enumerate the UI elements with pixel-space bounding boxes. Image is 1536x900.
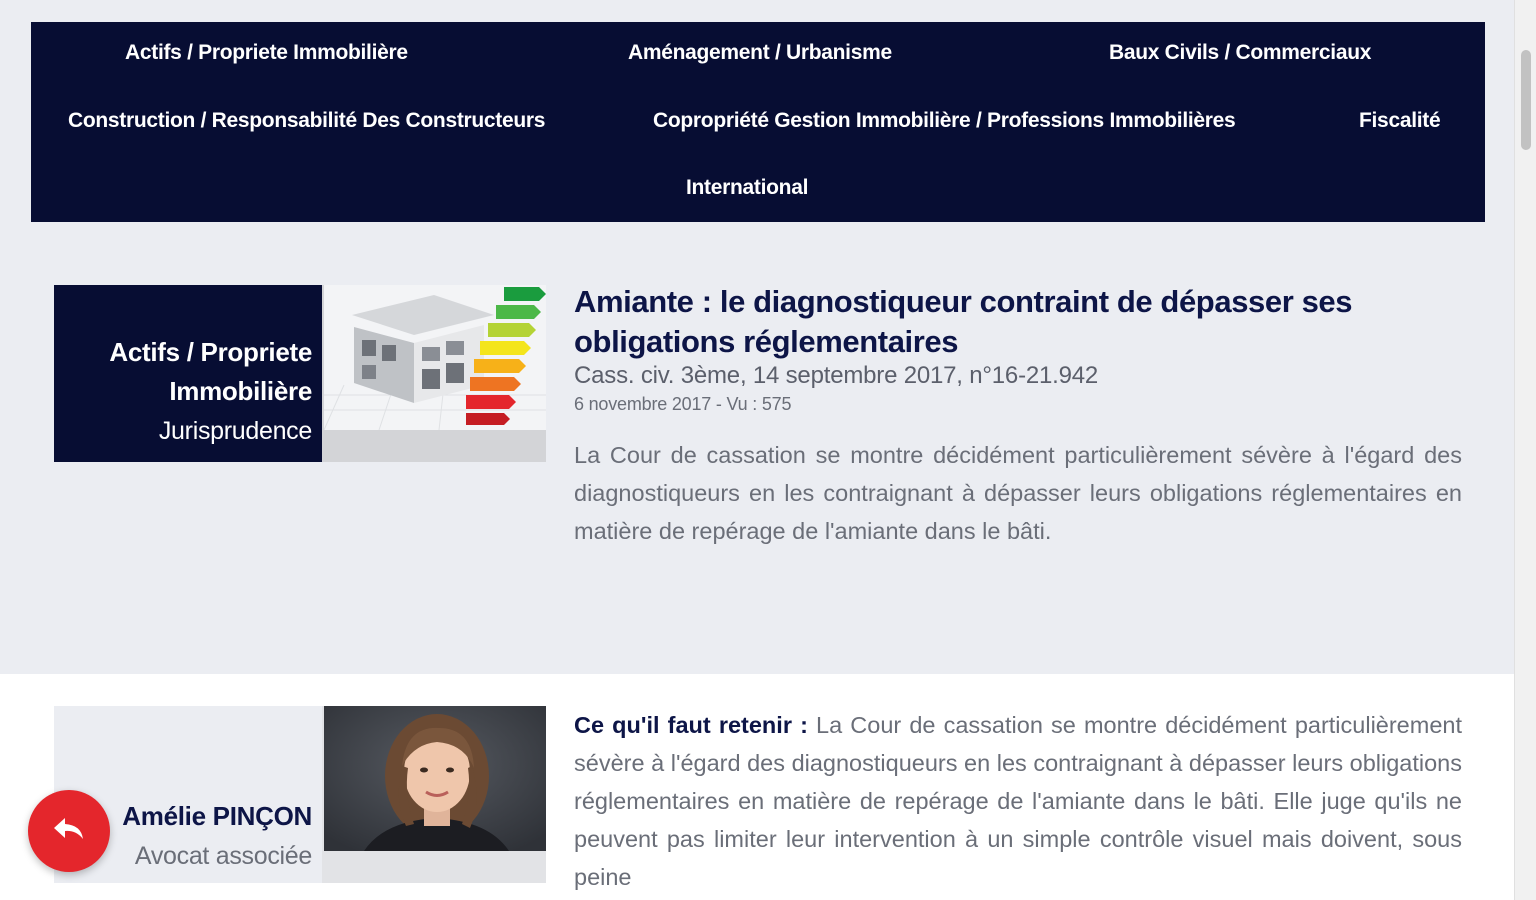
category-name-line2: Immobilière bbox=[169, 376, 312, 406]
category-card[interactable]: Actifs / Propriete Immobilière Jurisprud… bbox=[54, 285, 546, 462]
nav-item-amenagement[interactable]: Aménagement / Urbanisme bbox=[628, 41, 892, 65]
article-summary: Actifs / Propriete Immobilière Jurisprud… bbox=[0, 222, 1514, 674]
category-nav: Actifs / Propriete Immobilière Aménageme… bbox=[31, 22, 1485, 222]
nav-item-construction[interactable]: Construction / Responsabilité Des Constr… bbox=[68, 109, 545, 133]
scrollbar-thumb[interactable] bbox=[1521, 50, 1531, 150]
share-button[interactable] bbox=[28, 790, 110, 872]
category-label-box: Actifs / Propriete Immobilière Jurisprud… bbox=[54, 285, 322, 462]
page-scrollbar[interactable] bbox=[1514, 0, 1536, 900]
article-excerpt: La Cour de cassation se montre décidémen… bbox=[574, 442, 1462, 544]
article-body-text: Ce qu'il faut retenir : La Cour de cassa… bbox=[574, 706, 1462, 896]
nav-item-fiscalite[interactable]: Fiscalité bbox=[1359, 109, 1441, 133]
nav-item-actifs[interactable]: Actifs / Propriete Immobilière bbox=[125, 41, 408, 65]
building-energy-label-image bbox=[324, 285, 546, 430]
reply-arrow-icon bbox=[52, 816, 86, 847]
category-name-line1: Actifs / Propriete bbox=[109, 337, 312, 367]
author-portrait bbox=[324, 706, 546, 851]
category-type: Jurisprudence bbox=[158, 417, 312, 445]
article-meta: 6 novembre 2017 - Vu : 575 bbox=[574, 394, 792, 414]
article-body: Amélie PINÇON Avocat associée Ce qu'il f… bbox=[0, 674, 1514, 900]
nav-item-international[interactable]: International bbox=[686, 176, 808, 200]
page: Actifs / Propriete Immobilière Aménageme… bbox=[0, 0, 1536, 900]
article-reference: Cass. civ. 3ème, 14 septembre 2017, n°16… bbox=[574, 362, 1099, 389]
body-lead: Ce qu'il faut retenir : bbox=[574, 712, 808, 738]
article-title[interactable]: Amiante : le diagnostiqueur contraint de… bbox=[574, 282, 1474, 362]
nav-item-copropriete[interactable]: Copropriété Gestion Immobilière / Profes… bbox=[653, 109, 1236, 133]
author-card: Amélie PINÇON Avocat associée bbox=[54, 706, 546, 883]
body-paragraph: La Cour de cassation se montre décidémen… bbox=[574, 712, 1462, 890]
nav-item-baux[interactable]: Baux Civils / Commerciaux bbox=[1109, 41, 1371, 65]
